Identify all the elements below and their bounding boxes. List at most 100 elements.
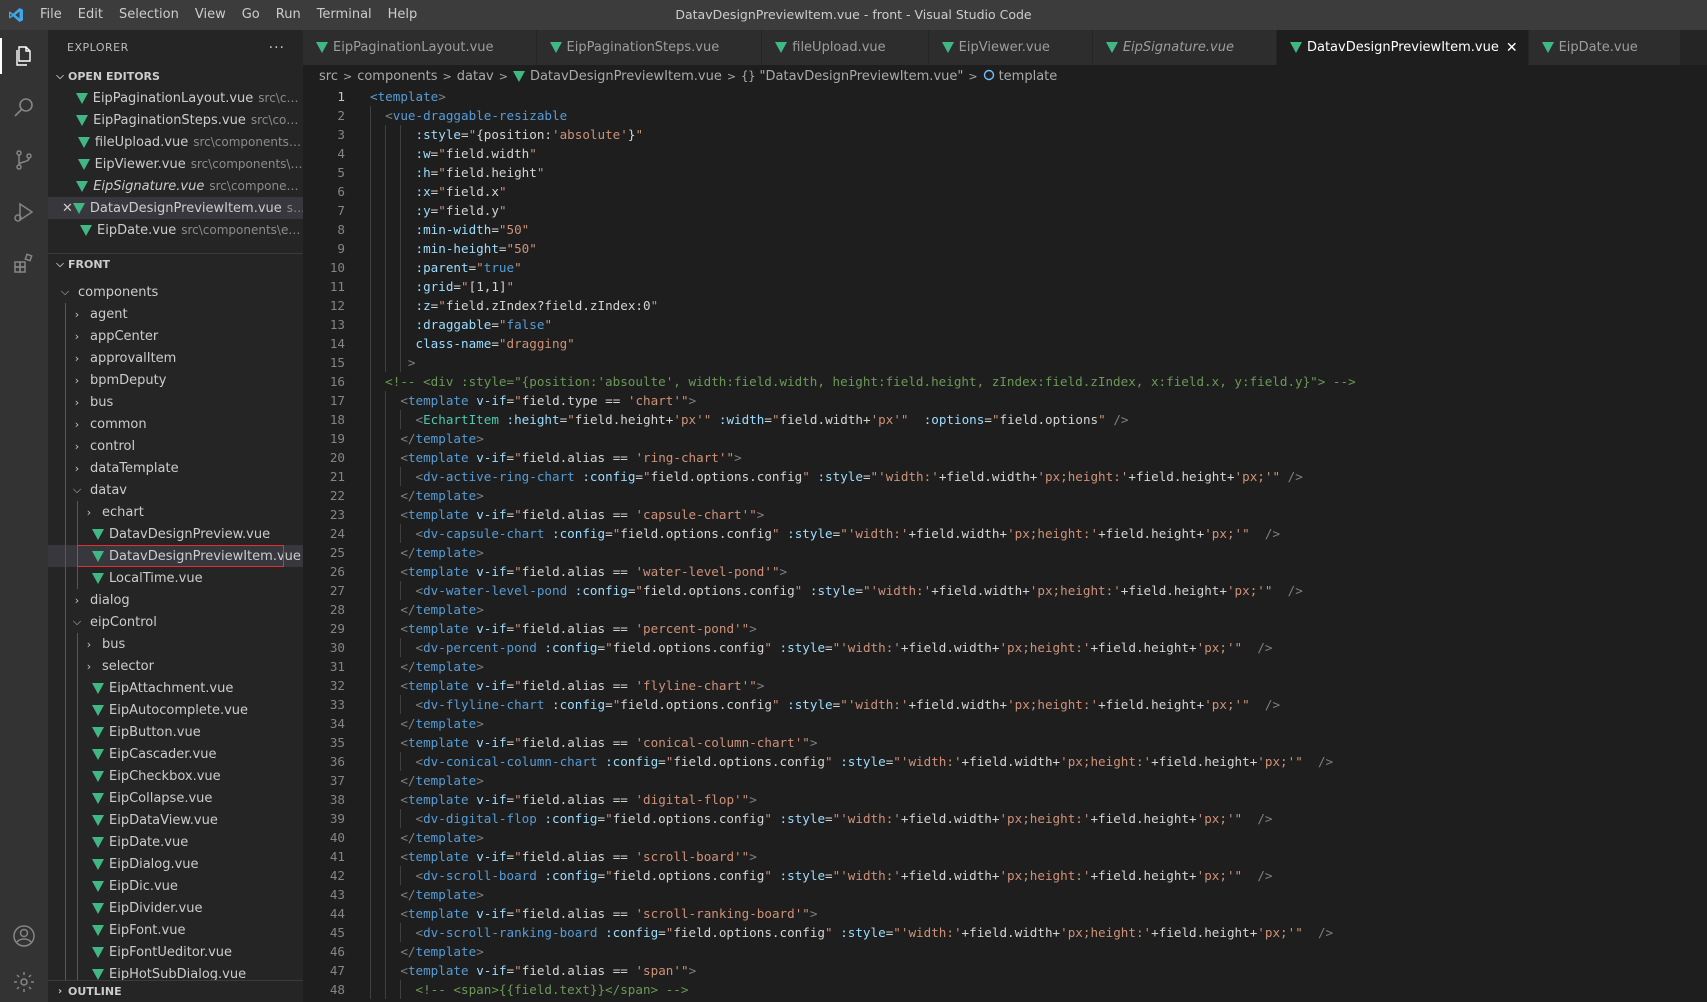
line-number: 27 — [329, 583, 345, 598]
indent-guide — [77, 765, 78, 787]
close-icon[interactable]: ✕ — [1506, 40, 1518, 56]
code-line: 28 </template> — [303, 600, 1707, 619]
vue-file-icon — [92, 682, 104, 694]
open-editor-item[interactable]: fileUpload.vue src\components\co... — [48, 131, 303, 153]
menu-run[interactable]: Run — [268, 0, 309, 30]
source-control-icon[interactable] — [0, 134, 48, 186]
menu-view[interactable]: View — [187, 0, 234, 30]
code-text: :x="field.x" — [415, 184, 507, 199]
breadcrumb-item[interactable]: template — [999, 69, 1058, 84]
tree-file[interactable]: EipCascader.vue — [48, 743, 303, 765]
tab-eipdate[interactable]: EipDate.vue — [1528, 30, 1681, 65]
line-number: 45 — [329, 925, 345, 940]
tree-file[interactable]: EipDic.vue — [48, 875, 303, 897]
extensions-icon[interactable] — [0, 238, 48, 290]
tree-folder[interactable]: ⌵ components — [48, 281, 303, 303]
menu-help[interactable]: Help — [380, 0, 426, 30]
vue-file-icon — [316, 42, 328, 53]
menu-terminal[interactable]: Terminal — [309, 0, 380, 30]
tree-folder[interactable]: › bpmDeputy — [48, 369, 303, 391]
tab-eipviewer[interactable]: EipViewer.vue — [928, 30, 1093, 65]
vue-file-icon — [512, 70, 525, 82]
menu-go[interactable]: Go — [234, 0, 268, 30]
line-number: 24 — [329, 526, 345, 541]
tree-file[interactable]: EipFont.vue — [48, 919, 303, 941]
tab-eippaginationsteps[interactable]: EipPaginationSteps.vue — [536, 30, 763, 65]
front-header[interactable]: ⌵ FRONT — [48, 253, 303, 275]
tree-folder[interactable]: › bus — [48, 391, 303, 413]
tree-file[interactable]: DatavDesignPreviewItem.vue — [48, 545, 303, 567]
tree-folder[interactable]: › dialog — [48, 589, 303, 611]
file-path: src\components\eipC... — [181, 223, 301, 237]
code-line: 38 <template v-if="field.alias == 'digit… — [303, 790, 1707, 809]
menu-file[interactable]: File — [32, 0, 70, 30]
explorer-header: EXPLORER ··· — [48, 30, 303, 65]
tree-folder[interactable]: › bus — [48, 633, 303, 655]
breadcrumb-item[interactable]: datav — [457, 69, 494, 84]
search-icon[interactable] — [0, 82, 48, 134]
open-editor-item[interactable]: EipPaginationLayout.vue src\com... — [48, 87, 303, 109]
tree-folder[interactable]: ⌵ eipControl — [48, 611, 303, 633]
tab-label: fileUpload.vue — [792, 40, 886, 55]
tree-file[interactable]: EipDataView.vue — [48, 809, 303, 831]
open-editor-item[interactable]: EipDate.vue src\components\eipC... — [48, 219, 303, 241]
line-number: 37 — [329, 773, 345, 788]
indent-guide — [65, 699, 66, 721]
breadcrumb-item[interactable]: "DatavDesignPreviewItem.vue" — [760, 69, 964, 84]
tree-folder[interactable]: › dataTemplate — [48, 457, 303, 479]
code-text: <EchartItem :height="field.height+'px'" … — [415, 412, 1129, 427]
tree-file[interactable]: EipDialog.vue — [48, 853, 303, 875]
open-editor-item[interactable]: EipSignature.vue src\components\e... — [48, 175, 303, 197]
menu-selection[interactable]: Selection — [111, 0, 187, 30]
settings-gear-icon[interactable] — [0, 962, 48, 1002]
open-editor-item[interactable]: ✕ DatavDesignPreviewItem.vue src... — [48, 197, 303, 219]
tree-file[interactable]: EipAutocomplete.vue — [48, 699, 303, 721]
tree-file[interactable]: EipButton.vue — [48, 721, 303, 743]
files-icon[interactable] — [0, 30, 48, 82]
chevron-right-icon: › — [57, 986, 63, 997]
tree-file[interactable]: EipCheckbox.vue — [48, 765, 303, 787]
code-editor[interactable]: 1 <template> 2 <vue-draggable-resizable 3 :… — [303, 87, 1707, 1002]
tree-folder[interactable]: › control — [48, 435, 303, 457]
outline-header[interactable]: › OUTLINE — [48, 980, 303, 1002]
tree-folder[interactable]: › approvalItem — [48, 347, 303, 369]
open-editor-item[interactable]: EipViewer.vue src\components\eip... — [48, 153, 303, 175]
breadcrumb-item[interactable]: DatavDesignPreviewItem.vue — [530, 69, 722, 84]
tree-folder[interactable]: ⌵ datav — [48, 479, 303, 501]
tree-folder[interactable]: › echart — [48, 501, 303, 523]
tree-file[interactable]: EipCollapse.vue — [48, 787, 303, 809]
tree-file[interactable]: LocalTime.vue — [48, 567, 303, 589]
tree-folder[interactable]: › appCenter — [48, 325, 303, 347]
breadcrumb-item[interactable]: src — [319, 69, 338, 84]
tree-folder[interactable]: › selector — [48, 655, 303, 677]
more-actions-icon[interactable]: ··· — [269, 40, 285, 56]
account-icon[interactable] — [0, 910, 48, 962]
breadcrumb-item[interactable]: components — [357, 69, 437, 84]
tree-folder[interactable]: › agent — [48, 303, 303, 325]
menu-bar: File Edit Selection View Go Run Terminal Help — [32, 0, 425, 30]
file-tree: ⌵ components › agent › appCenter › approvalItem… — [48, 275, 303, 999]
code-line: 17 <template v-if="field.type == 'chart'… — [303, 391, 1707, 410]
indent-guide — [77, 809, 78, 831]
indent-guide — [65, 501, 66, 523]
tree-file[interactable]: EipDate.vue — [48, 831, 303, 853]
tab-eipsignature[interactable]: EipSignature.vue — [1092, 30, 1277, 65]
tab-fileupload[interactable]: fileUpload.vue — [762, 30, 929, 65]
tree-file[interactable]: EipAttachment.vue — [48, 677, 303, 699]
menu-edit[interactable]: Edit — [70, 0, 111, 30]
open-editors-header[interactable]: ⌵ OPEN EDITORS — [48, 65, 303, 87]
tab-datavdesignpreviewitem[interactable]: DatavDesignPreviewItem.vue ✕ — [1276, 30, 1529, 65]
open-editor-item[interactable]: EipPaginationSteps.vue src\comp... — [48, 109, 303, 131]
run-debug-icon[interactable] — [0, 186, 48, 238]
line-number: 11 — [329, 279, 345, 294]
tree-file[interactable]: DatavDesignPreview.vue — [48, 523, 303, 545]
line-number: 17 — [329, 393, 345, 408]
tree-file[interactable]: EipDivider.vue — [48, 897, 303, 919]
editor-tabs: EipPaginationLayout.vue EipPaginationStep… — [303, 30, 1707, 65]
tree-folder[interactable]: › common — [48, 413, 303, 435]
vue-file-icon — [941, 42, 954, 53]
code-text: <template v-if="field.alias == 'ring-cha… — [400, 450, 742, 465]
tree-file[interactable]: EipFontUeditor.vue — [48, 941, 303, 963]
tab-eippaginationlayout[interactable]: EipPaginationLayout.vue — [303, 30, 537, 65]
close-icon[interactable]: ✕ — [62, 201, 73, 216]
